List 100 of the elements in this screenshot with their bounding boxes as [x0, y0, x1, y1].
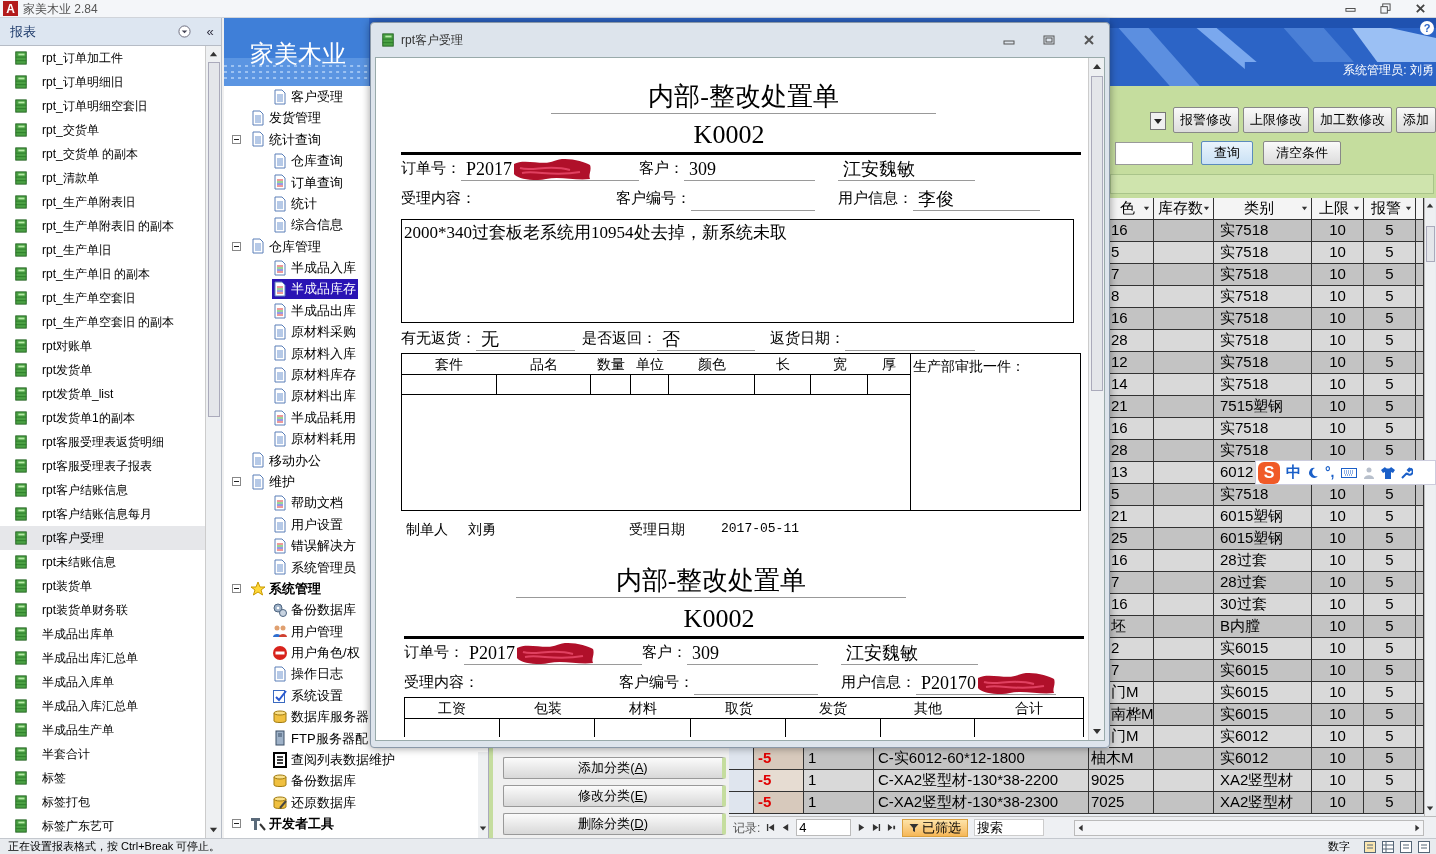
- tree-item[interactable]: 发货管理: [250, 108, 323, 128]
- column-header[interactable]: 库存数: [1154, 198, 1214, 220]
- tree-item[interactable]: 原材料出库: [272, 386, 358, 406]
- horizontal-scrollbar[interactable]: [1074, 819, 1424, 836]
- tree-item[interactable]: 订单查询: [272, 172, 345, 192]
- collapse-toggle-icon[interactable]: [232, 819, 241, 829]
- toolbar-button[interactable]: 上限修改: [1243, 107, 1309, 133]
- dropdown-icon[interactable]: [178, 25, 191, 38]
- scrollbar-thumb[interactable]: [207, 62, 220, 417]
- column-header[interactable]: 类别: [1214, 198, 1312, 220]
- dropdown-icon[interactable]: [1301, 205, 1308, 212]
- tree-item[interactable]: 还原数据库: [272, 792, 358, 813]
- scroll-down-icon[interactable]: [1091, 726, 1102, 736]
- column-header[interactable]: [1416, 198, 1424, 220]
- dropdown-icon[interactable]: [1405, 205, 1412, 212]
- datasheet-view-icon[interactable]: [1382, 840, 1394, 853]
- dropdown-button[interactable]: [1150, 112, 1166, 130]
- toolbar-button[interactable]: 加工数修改: [1313, 107, 1392, 133]
- tree-item[interactable]: 查阅列表数据维护: [272, 750, 397, 770]
- tree-item[interactable]: 备份数据库: [272, 771, 358, 791]
- column-header[interactable]: 色: [1109, 198, 1154, 220]
- moon-icon[interactable]: [1307, 466, 1319, 479]
- tree-item[interactable]: 用户角色/权: [272, 643, 362, 663]
- search-button[interactable]: 清空条件: [1263, 141, 1341, 165]
- tree-item[interactable]: 备份数据库: [272, 600, 358, 620]
- tree-item[interactable]: 客户受理: [272, 86, 345, 107]
- tree-item[interactable]: 仓库查询: [272, 151, 345, 171]
- tree-item[interactable]: 系统管理: [250, 578, 323, 599]
- collapse-toggle-icon[interactable]: [232, 241, 241, 251]
- row-selector[interactable]: [729, 748, 754, 770]
- tree-item[interactable]: 错误解决方: [272, 536, 358, 556]
- close-icon[interactable]: [1415, 3, 1426, 14]
- column-header[interactable]: 报警: [1364, 198, 1416, 220]
- column-header[interactable]: 上限: [1312, 198, 1364, 220]
- previous-record-icon[interactable]: [781, 823, 791, 832]
- tree-item[interactable]: 帮助文档: [272, 493, 345, 513]
- scroll-right-icon[interactable]: [1413, 823, 1421, 832]
- tree-item[interactable]: 综合信息: [272, 215, 345, 235]
- collapse-toggle-icon[interactable]: [232, 477, 241, 487]
- dropdown-icon[interactable]: [1203, 205, 1210, 212]
- tree-item[interactable]: 用户管理: [272, 621, 345, 642]
- tree-item[interactable]: 操作日志: [272, 664, 345, 684]
- toolbar-button[interactable]: 报警修改: [1173, 107, 1239, 133]
- scroll-down-icon[interactable]: [479, 824, 487, 832]
- category-button[interactable]: 删除分类(D): [503, 813, 726, 835]
- tree-item[interactable]: 原材料入库: [272, 343, 358, 364]
- tree-item[interactable]: 原材料库存: [272, 365, 358, 385]
- scroll-up-icon[interactable]: [1426, 202, 1434, 210]
- scrollbar[interactable]: [1088, 58, 1104, 740]
- restore-icon[interactable]: [1380, 3, 1391, 14]
- design-view-icon[interactable]: [1418, 840, 1430, 853]
- wrench-icon[interactable]: [1400, 466, 1413, 479]
- first-record-icon[interactable]: [766, 823, 776, 832]
- tree-item[interactable]: 仓库管理: [250, 236, 323, 257]
- collapse-button[interactable]: «: [199, 21, 221, 42]
- scroll-left-icon[interactable]: [1077, 823, 1086, 832]
- tree-item[interactable]: 数据库服务器: [272, 707, 371, 727]
- tree-item[interactable]: 系统设置: [272, 685, 345, 706]
- tree-item[interactable]: 半成品库存: [272, 279, 358, 299]
- scroll-up-icon[interactable]: [209, 50, 218, 59]
- tree-item[interactable]: 移动办公: [250, 450, 323, 471]
- tree-item[interactable]: FTP服务器配: [272, 728, 370, 749]
- next-record-icon[interactable]: [857, 823, 867, 832]
- dropdown-icon[interactable]: [1353, 205, 1360, 212]
- tree-item[interactable]: 原材料耗用: [272, 429, 358, 449]
- scrollbar[interactable]: [1424, 198, 1435, 816]
- search-field[interactable]: [1115, 141, 1193, 165]
- scroll-down-icon[interactable]: [209, 825, 218, 834]
- tree-item[interactable]: 半成品耗用: [272, 407, 358, 428]
- close-icon[interactable]: [1083, 34, 1095, 46]
- collapse-toggle-icon[interactable]: [232, 134, 241, 144]
- search-button[interactable]: 查询: [1201, 141, 1253, 165]
- keyboard-icon[interactable]: [1340, 466, 1357, 479]
- ime-mode[interactable]: 中: [1286, 461, 1301, 484]
- ime-punctuation[interactable]: °,: [1325, 462, 1335, 483]
- tree-item[interactable]: 半成品入库: [272, 258, 358, 278]
- category-button[interactable]: 添加分类(A): [503, 757, 726, 779]
- scrollbar-thumb[interactable]: [1425, 226, 1435, 262]
- row-selector[interactable]: [729, 792, 754, 814]
- row-selector[interactable]: [729, 770, 754, 792]
- toolbar-button[interactable]: 添加: [1396, 107, 1436, 133]
- scrollbar-thumb[interactable]: [1090, 76, 1103, 391]
- form-view-icon[interactable]: [1364, 840, 1376, 853]
- new-record-icon[interactable]: [887, 823, 897, 832]
- tree-item[interactable]: 用户设置: [272, 514, 345, 535]
- category-button[interactable]: 修改分类(E): [503, 785, 726, 807]
- maximize-icon[interactable]: [1043, 34, 1055, 46]
- filter-button[interactable]: 已筛选: [902, 818, 969, 837]
- scrollbar[interactable]: [205, 46, 221, 838]
- shirt-icon[interactable]: [1380, 466, 1395, 479]
- search-field[interactable]: 搜索: [974, 819, 1045, 836]
- scroll-down-icon[interactable]: [1426, 804, 1434, 812]
- nav-header[interactable]: 报表: [0, 21, 178, 42]
- dropdown-icon[interactable]: [1143, 205, 1150, 212]
- tree-item[interactable]: 半成品出库: [272, 300, 358, 321]
- tree-item[interactable]: 系统管理员: [272, 557, 358, 578]
- tree-item[interactable]: 统计查询: [250, 129, 323, 150]
- tree-item[interactable]: 统计: [272, 193, 319, 214]
- scroll-up-icon[interactable]: [1091, 62, 1102, 72]
- tree-item[interactable]: 原材料采购: [272, 322, 358, 342]
